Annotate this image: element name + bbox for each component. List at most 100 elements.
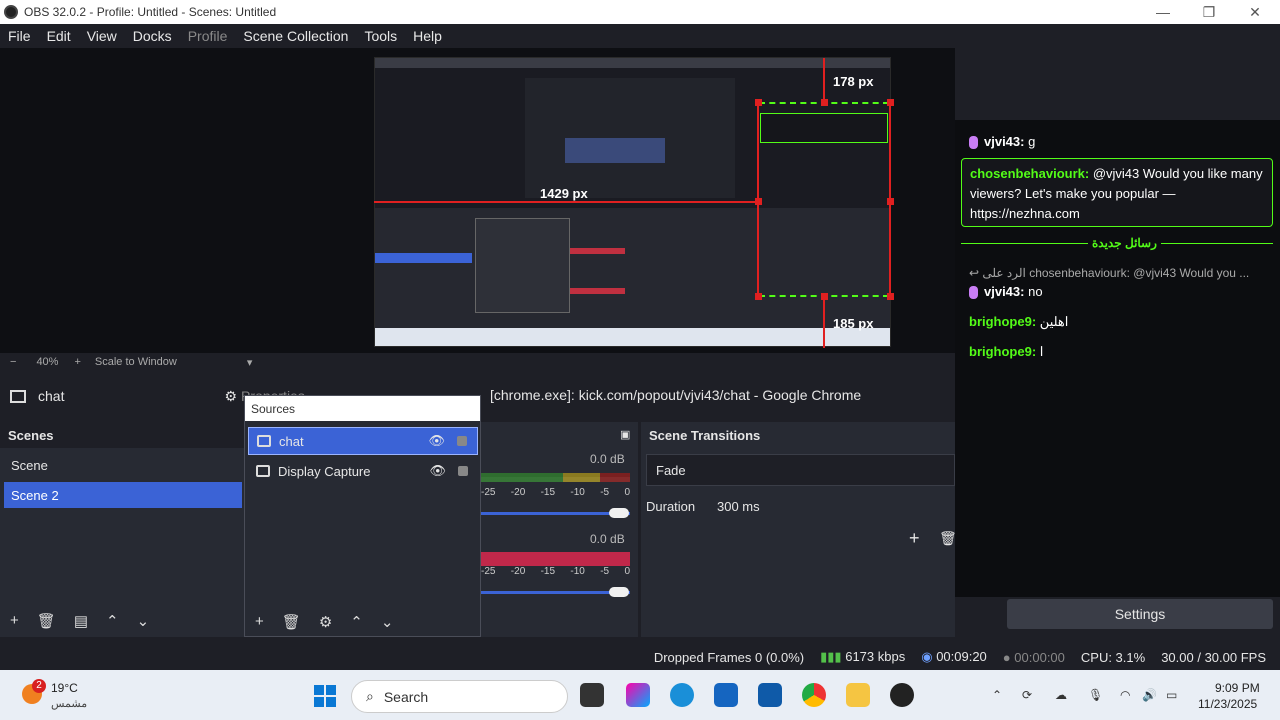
- taskbar-search[interactable]: ⌕ Search: [351, 680, 568, 713]
- visibility-eye-icon[interactable]: 👁: [429, 463, 446, 479]
- obs-logo-icon: [4, 5, 18, 19]
- tray-sync-icon[interactable]: ⟳: [1022, 688, 1032, 702]
- battery-icon[interactable]: ▭: [1166, 688, 1177, 702]
- record-time: ● 00:00:00: [1002, 649, 1065, 665]
- scale-mode-select[interactable]: Scale to Window: [95, 356, 177, 368]
- copilot-icon[interactable]: [626, 683, 650, 707]
- resize-handle-tr[interactable]: [887, 99, 894, 106]
- stream-time: ◉ 00:09:20: [921, 649, 987, 664]
- maximize-icon[interactable]: ❐: [1186, 0, 1232, 24]
- clock-date[interactable]: 11/23/2025: [1198, 697, 1257, 711]
- menu-bar: File Edit View Docks Profile Scene Colle…: [0, 24, 1280, 48]
- chrome-icon[interactable]: [802, 683, 826, 707]
- window-icon: [10, 389, 26, 403]
- wifi-icon[interactable]: ◠: [1120, 688, 1130, 702]
- source-properties-gear-icon[interactable]: ⚙: [319, 613, 332, 631]
- stream-icon: ◉: [921, 649, 933, 664]
- menu-help[interactable]: Help: [405, 28, 450, 44]
- gear-icon[interactable]: ⚙: [224, 388, 237, 405]
- move-up-icon[interactable]: ⌃: [106, 612, 119, 630]
- task-view-icon[interactable]: [580, 683, 604, 707]
- lock-icon[interactable]: [458, 466, 468, 476]
- scene-item[interactable]: Scene: [4, 452, 242, 478]
- selected-source-name: chat: [38, 388, 65, 404]
- edge-icon[interactable]: [670, 683, 694, 707]
- chat-message: brighope9: اهلين: [969, 314, 1069, 329]
- cpu-usage: CPU: 3.1%: [1080, 649, 1146, 665]
- record-icon: ●: [1002, 649, 1011, 665]
- preview-canvas[interactable]: 178 px 1429 px 185 px: [0, 48, 955, 353]
- weather-badge: 2: [32, 679, 46, 693]
- onedrive-icon[interactable]: ☁: [1055, 688, 1067, 702]
- undock-icon[interactable]: ▣: [620, 428, 630, 441]
- clock-time[interactable]: 9:09 PM: [1215, 681, 1260, 695]
- source-item-display-capture[interactable]: Display Capture 👁: [248, 457, 478, 485]
- chevron-down-icon[interactable]: ▾: [247, 356, 253, 369]
- obs-taskbar-icon[interactable]: [890, 683, 914, 707]
- add-transition-icon[interactable]: +: [909, 528, 920, 549]
- monitor-icon: [256, 465, 270, 477]
- scene-item-active[interactable]: Scene 2: [4, 482, 242, 508]
- weather-temp: 19°C: [51, 681, 78, 695]
- volume-slider-1-handle[interactable]: [609, 508, 629, 518]
- remove-source-icon[interactable]: 🗑: [282, 613, 301, 631]
- move-down-icon[interactable]: ⌄: [381, 613, 394, 631]
- lock-icon[interactable]: [457, 436, 467, 446]
- resize-handle-l[interactable]: [755, 198, 762, 205]
- audio-meter-2: [481, 552, 630, 566]
- add-scene-icon[interactable]: +: [10, 612, 19, 630]
- mixer-db-2: 0.0 dB: [590, 532, 625, 546]
- remove-transition-icon[interactable]: 🗑: [939, 530, 957, 547]
- new-messages-label: رسائل جديدة: [1088, 236, 1161, 250]
- close-icon[interactable]: ✕: [1232, 0, 1278, 24]
- highlighted-message: chosenbehaviourk: @vjvi43 Would you like…: [961, 158, 1273, 227]
- tray-chevron-icon[interactable]: ⌃: [992, 688, 1002, 702]
- mic-icon: [969, 136, 978, 150]
- resize-handle-br[interactable]: [887, 293, 894, 300]
- fps: 30.00 / 30.00 FPS: [1161, 649, 1266, 665]
- resize-handle-b[interactable]: [821, 293, 828, 300]
- add-source-icon[interactable]: +: [255, 613, 264, 631]
- file-explorer-icon[interactable]: [846, 683, 870, 707]
- window-capture-select[interactable]: [chrome.exe]: kick.com/popout/vjvi43/cha…: [490, 387, 861, 403]
- menu-edit[interactable]: Edit: [39, 28, 79, 44]
- store-icon[interactable]: [714, 683, 738, 707]
- outlook-icon[interactable]: [758, 683, 782, 707]
- remove-scene-icon[interactable]: 🗑: [37, 612, 56, 630]
- resize-handle-tl[interactable]: [755, 99, 762, 106]
- scenes-header: Scenes: [8, 428, 54, 443]
- menu-scene-collection[interactable]: Scene Collection: [235, 28, 356, 44]
- windows-start-icon[interactable]: [314, 685, 336, 707]
- source-item-chat[interactable]: chat 👁: [248, 427, 478, 455]
- minimize-icon[interactable]: —: [1140, 0, 1186, 24]
- signal-icon: ▮▮▮: [820, 649, 842, 664]
- menu-file[interactable]: File: [0, 28, 39, 44]
- menu-docks[interactable]: Docks: [125, 28, 180, 44]
- menu-profile[interactable]: Profile: [180, 28, 236, 44]
- bottom-distance-label: 185 px: [833, 316, 874, 331]
- menu-view[interactable]: View: [79, 28, 125, 44]
- resize-handle-r[interactable]: [887, 198, 894, 205]
- zoom-in-button[interactable]: +: [74, 356, 80, 368]
- resize-handle-t[interactable]: [821, 99, 828, 106]
- transition-type-select[interactable]: Fade: [646, 454, 955, 486]
- volume-icon[interactable]: 🔊: [1142, 688, 1157, 702]
- move-up-icon[interactable]: ⌃: [350, 613, 363, 631]
- move-down-icon[interactable]: ⌄: [137, 612, 150, 630]
- meter-ticks-2: -25 -20 -15 -10 -5 0: [481, 566, 630, 577]
- microphone-icon[interactable]: 🎙: [1088, 688, 1103, 702]
- scenes-list: Scene Scene 2 + 🗑 ▤ ⌃ ⌄: [0, 448, 244, 637]
- duration-label: Duration: [646, 499, 696, 514]
- scene-filters-icon[interactable]: ▤: [74, 612, 88, 630]
- audio-meter-1-peak: [481, 477, 630, 482]
- settings-button[interactable]: Settings: [1007, 599, 1273, 629]
- volume-slider-2[interactable]: [481, 591, 630, 594]
- menu-tools[interactable]: Tools: [356, 28, 405, 44]
- sources-header[interactable]: Sources: [245, 396, 480, 421]
- duration-input[interactable]: 300 ms: [708, 492, 955, 520]
- zoom-out-button[interactable]: −: [10, 356, 16, 368]
- visibility-eye-icon[interactable]: 👁: [428, 433, 445, 449]
- volume-slider-1[interactable]: [481, 512, 630, 515]
- volume-slider-2-handle[interactable]: [609, 587, 629, 597]
- resize-handle-bl[interactable]: [755, 293, 762, 300]
